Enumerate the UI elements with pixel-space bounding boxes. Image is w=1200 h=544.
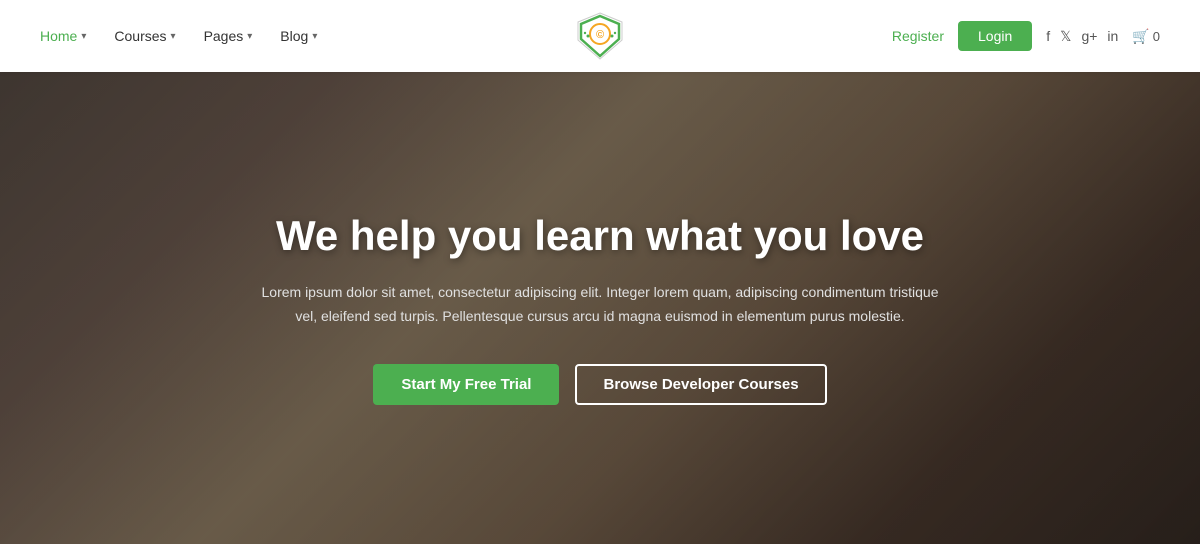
- chevron-down-icon: ▾: [171, 31, 176, 42]
- browse-courses-button[interactable]: Browse Developer Courses: [575, 364, 826, 405]
- chevron-down-icon: ▾: [312, 31, 317, 42]
- login-button[interactable]: Login: [958, 21, 1032, 51]
- logo-icon: ©: [574, 10, 626, 62]
- cart-icon: 🛒: [1132, 28, 1149, 45]
- nav-courses-label: Courses: [114, 28, 166, 44]
- svg-text:©: ©: [596, 29, 604, 41]
- linkedin-icon[interactable]: in: [1107, 28, 1118, 44]
- cart-area[interactable]: 🛒 0: [1132, 28, 1160, 45]
- hero-section: We help you learn what you love Lorem ip…: [0, 72, 1200, 544]
- start-trial-button[interactable]: Start My Free Trial: [373, 364, 559, 405]
- cart-count: 0: [1153, 29, 1160, 44]
- hero-buttons: Start My Free Trial Browse Developer Cou…: [373, 364, 826, 405]
- nav-home-label: Home: [40, 28, 77, 44]
- nav-home[interactable]: Home ▾: [40, 28, 86, 44]
- facebook-icon[interactable]: f: [1046, 28, 1050, 44]
- nav-blog-label: Blog: [280, 28, 308, 44]
- nav-pages-label: Pages: [204, 28, 244, 44]
- nav-courses[interactable]: Courses ▾: [114, 28, 175, 44]
- hero-content: We help you learn what you love Lorem ip…: [0, 72, 1200, 544]
- twitter-icon[interactable]: 𝕏: [1060, 28, 1071, 45]
- logo[interactable]: ©: [574, 10, 626, 62]
- header: Home ▾ Courses ▾ Pages ▾ Blog ▾ ©: [0, 0, 1200, 72]
- hero-title: We help you learn what you love: [276, 211, 924, 261]
- nav-pages[interactable]: Pages ▾: [204, 28, 253, 44]
- social-icons: f 𝕏 g+ in: [1046, 28, 1118, 45]
- register-link[interactable]: Register: [892, 28, 944, 44]
- chevron-down-icon: ▾: [247, 31, 252, 42]
- hero-subtitle: Lorem ipsum dolor sit amet, consectetur …: [260, 281, 940, 329]
- googleplus-icon[interactable]: g+: [1081, 28, 1097, 44]
- header-right: Register Login f 𝕏 g+ in 🛒 0: [892, 21, 1160, 51]
- main-nav: Home ▾ Courses ▾ Pages ▾ Blog ▾: [40, 28, 317, 44]
- chevron-down-icon: ▾: [81, 31, 86, 42]
- nav-blog[interactable]: Blog ▾: [280, 28, 317, 44]
